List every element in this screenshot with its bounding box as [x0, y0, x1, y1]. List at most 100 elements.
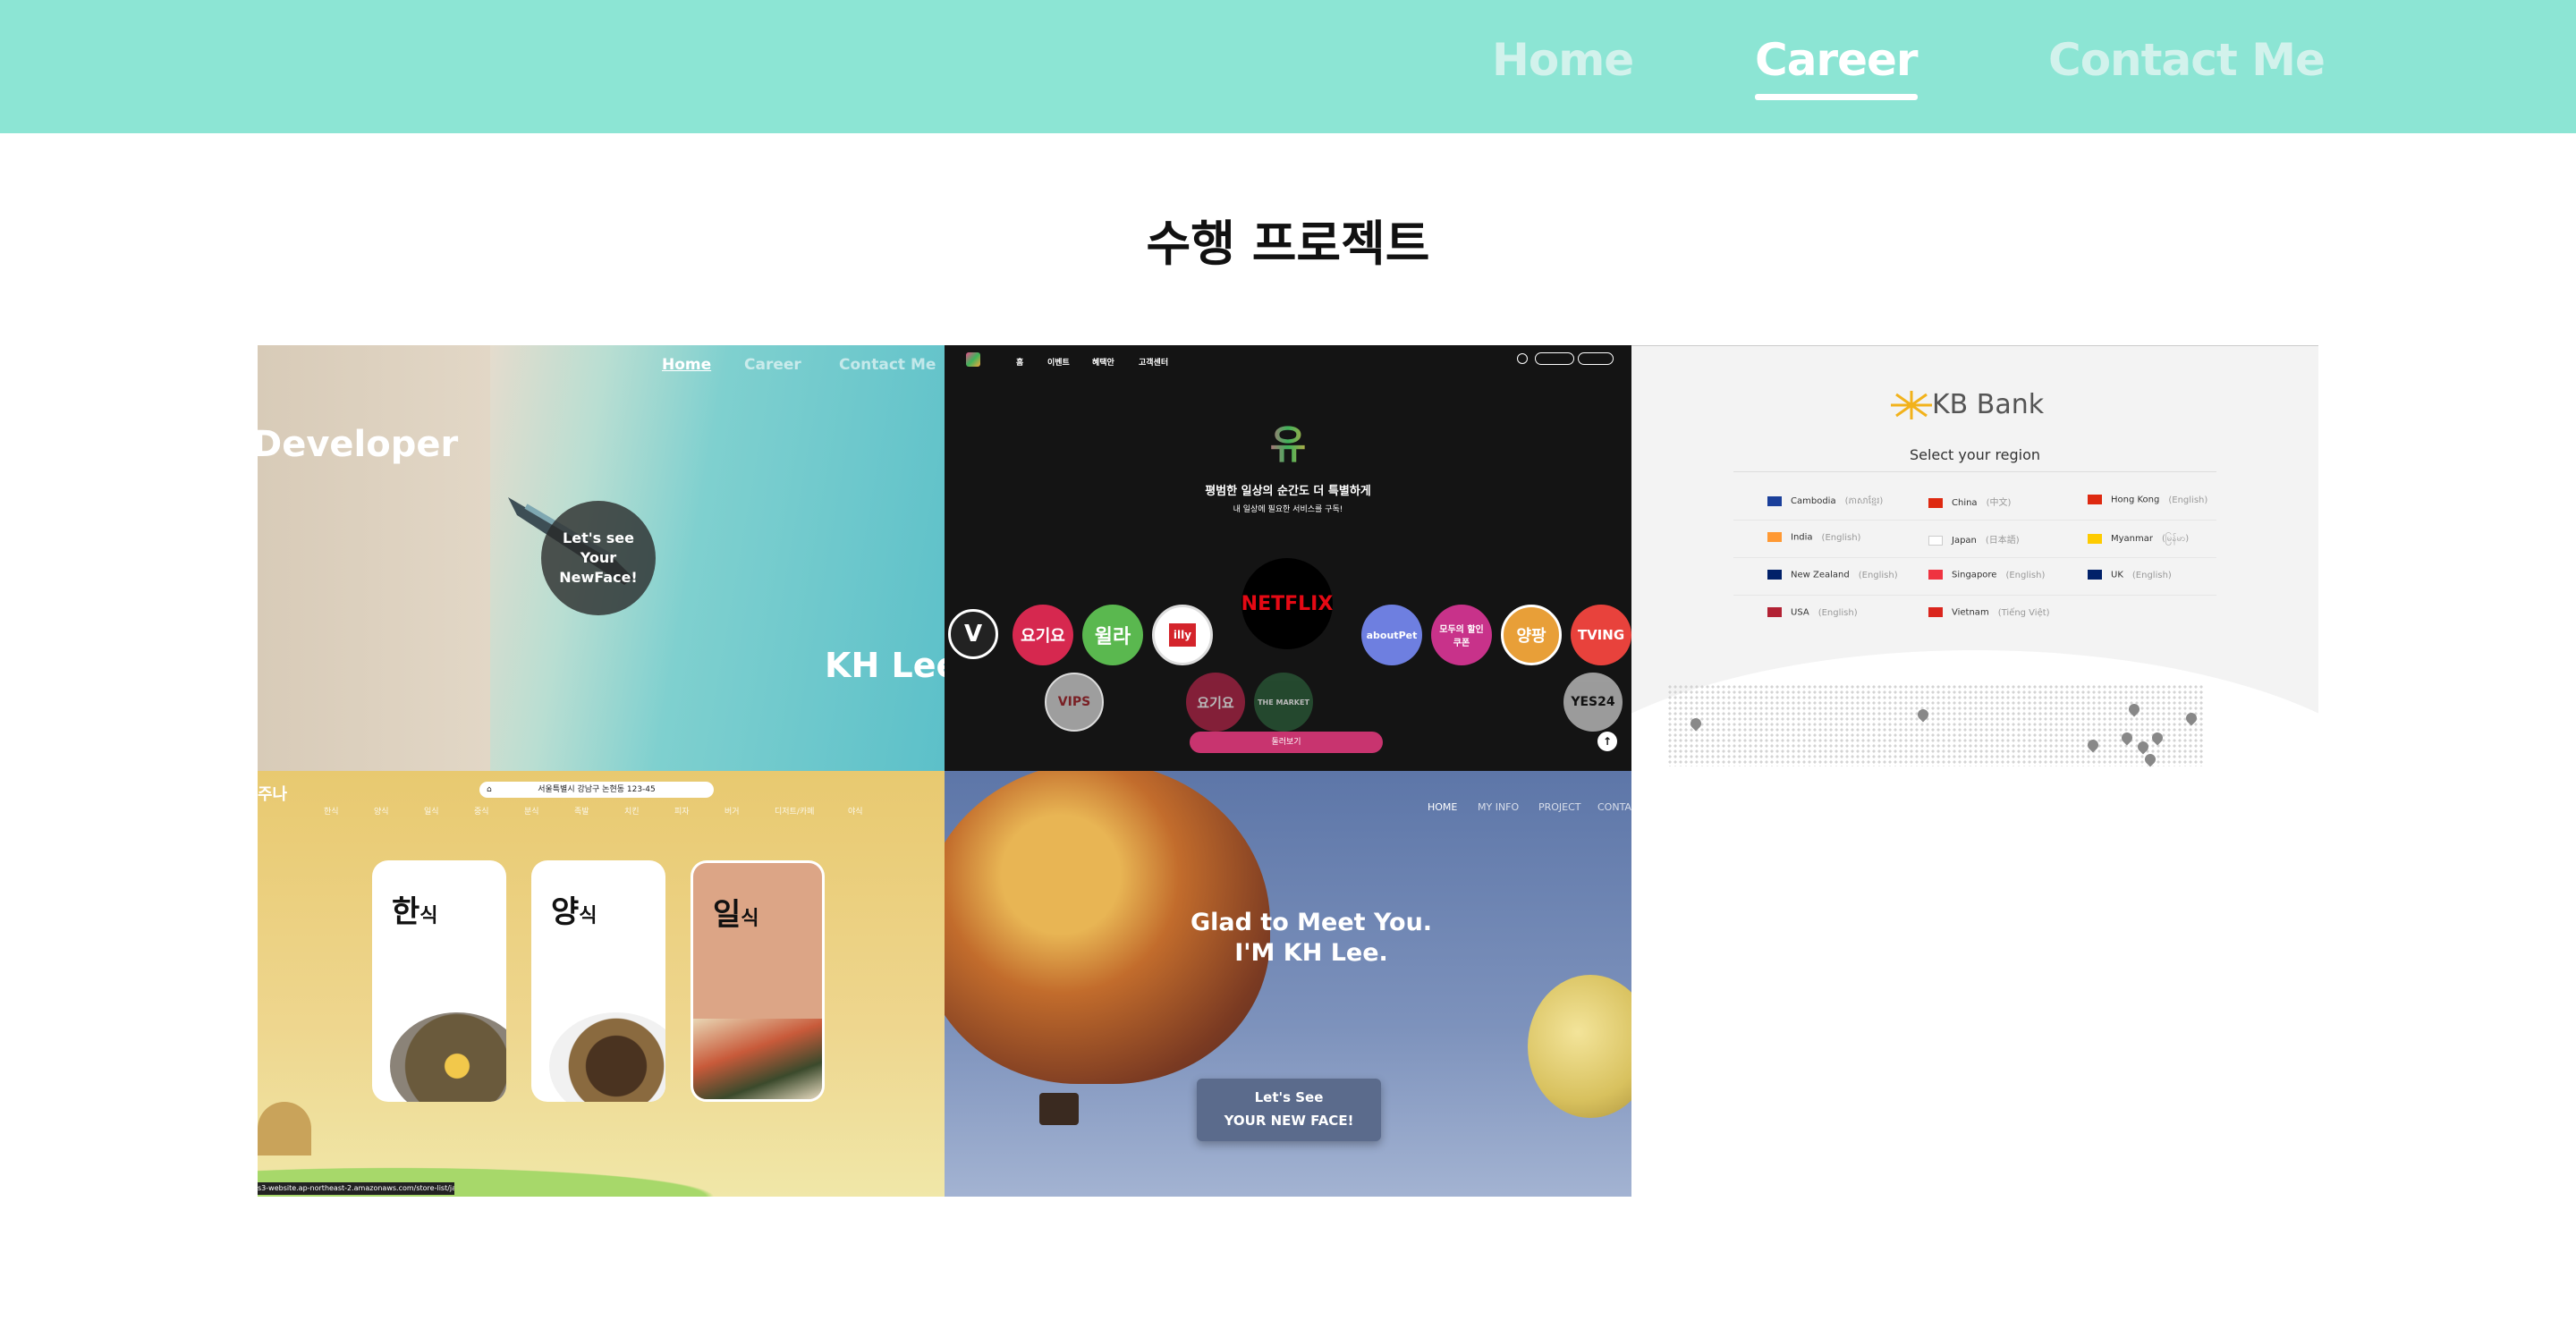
- p5-cta-line2: YOUR NEW FACE!: [1224, 1113, 1354, 1129]
- p5-nav-home[interactable]: HOME: [1428, 801, 1457, 813]
- flag-icon: [1928, 607, 1943, 617]
- brand-yes24-logo[interactable]: YES24: [1563, 673, 1623, 732]
- project-card-kbbank[interactable]: KB Bank Select your region Cambodia (ភាសា…: [1631, 345, 2318, 771]
- region-newzealand[interactable]: New Zealand (English): [1767, 570, 1898, 580]
- region-vietnam[interactable]: Vietnam (Tiếng Việt): [1928, 607, 2050, 618]
- cat-item[interactable]: 치킨: [624, 805, 640, 817]
- region-name: Vietnam: [1952, 607, 1989, 618]
- p2-search-icon[interactable]: [1517, 353, 1528, 364]
- region-lang: (English): [2168, 495, 2208, 505]
- brand-market-logo[interactable]: THE MARKET: [1254, 673, 1313, 732]
- brand-yogiyo-logo[interactable]: 요기요: [1013, 605, 1073, 665]
- p1-nav-contact[interactable]: Contact Me: [839, 356, 936, 374]
- cat-item[interactable]: 양식: [374, 805, 389, 817]
- region-lang: (English): [1818, 607, 1858, 618]
- region-myanmar[interactable]: Myanmar (မြန်မာ): [2088, 532, 2189, 546]
- region-name: Singapore: [1952, 570, 1997, 580]
- region-uk[interactable]: UK (English): [2088, 570, 2172, 580]
- project-card-portfolio-beach[interactable]: Home Career Contact Me Developer Let's s…: [258, 345, 945, 771]
- cat-item[interactable]: 일식: [424, 805, 439, 817]
- cat-item[interactable]: 피자: [674, 805, 690, 817]
- scroll-top-icon[interactable]: ↑: [1597, 732, 1617, 751]
- p4-address-bar[interactable]: ⌂ 서울특별시 강남구 논현동 123-45: [479, 782, 714, 798]
- flag-icon: [2088, 533, 2102, 544]
- region-lang: (English): [2131, 570, 2172, 580]
- panel-korean[interactable]: 한식: [372, 860, 506, 1102]
- p2-menu-event[interactable]: 이벤트: [1047, 356, 1070, 368]
- cat-item[interactable]: 야식: [848, 805, 863, 817]
- p5-headline-1: Glad to Meet You.: [1190, 909, 1433, 936]
- panel-japanese[interactable]: 일식: [691, 860, 825, 1102]
- brand-yogiyo2-logo[interactable]: 요기요: [1186, 673, 1245, 732]
- p2-menu-support[interactable]: 고객센터: [1139, 356, 1168, 368]
- brand-yangpang-logo[interactable]: 양팡: [1501, 605, 1562, 665]
- p2-menu-benefit[interactable]: 혜택안: [1092, 356, 1114, 368]
- p1-headline: Developer: [258, 424, 459, 465]
- brand-netflix-logo[interactable]: NETFLIX: [1241, 558, 1333, 649]
- balloon-small-illustration: [1528, 975, 1631, 1118]
- flag-icon: [1767, 607, 1782, 617]
- panel-title: 일식: [713, 897, 759, 933]
- flag-icon: [1767, 495, 1782, 506]
- p1-nav-career[interactable]: Career: [744, 356, 801, 374]
- project-card-balloon[interactable]: HOME MY INFO PROJECT CONTACT Glad to Mee…: [945, 771, 1631, 1197]
- nav-career-link[interactable]: Career: [1755, 34, 1919, 100]
- cat-item[interactable]: 분식: [524, 805, 539, 817]
- brand-vips-logo[interactable]: VIPS: [1045, 673, 1104, 732]
- p4-address-text: 서울특별시 강남구 논현동 123-45: [538, 785, 656, 794]
- brand-illy-logo[interactable]: illy: [1152, 605, 1213, 665]
- brand-modoo-logo[interactable]: 모두의 할인쿠폰: [1431, 605, 1492, 665]
- region-india[interactable]: India (English): [1767, 532, 1860, 543]
- kb-logo-text: KB Bank: [1932, 389, 2045, 420]
- region-lang: (မြန်မာ): [2162, 534, 2190, 544]
- home-icon: ⌂: [487, 785, 492, 794]
- p5-nav-contact[interactable]: CONTACT: [1597, 801, 1631, 813]
- p1-nav-home[interactable]: Home: [662, 356, 711, 374]
- kb-star-icon: [1891, 391, 1932, 419]
- region-lang: (Tiếng Việt): [1997, 607, 2050, 618]
- divider: [1733, 595, 2216, 596]
- cat-item[interactable]: 한식: [324, 805, 339, 817]
- region-lang: (日本語): [1985, 536, 2020, 546]
- p2-mypage-button[interactable]: [1535, 352, 1574, 365]
- region-singapore[interactable]: Singapore (English): [1928, 570, 2045, 580]
- p2-menu-home[interactable]: 홈: [1016, 356, 1023, 368]
- project-card-subscription[interactable]: 홈 이벤트 혜택안 고객센터 유독 평범한 일상의 순간도 더 특별하게 내 일…: [945, 345, 1631, 771]
- p5-nav-info[interactable]: MY INFO: [1478, 801, 1519, 813]
- p5-cta-button[interactable]: Let's See YOUR NEW FACE!: [1197, 1079, 1381, 1141]
- region-name: India: [1791, 532, 1813, 543]
- region-china[interactable]: China (中文): [1928, 495, 2011, 508]
- region-usa[interactable]: USA (English): [1767, 607, 1858, 618]
- cat-item[interactable]: 족발: [574, 805, 589, 817]
- p2-slogan: 평범한 일상의 순간도 더 특별하게: [1205, 485, 1371, 498]
- region-name: Myanmar: [2111, 534, 2153, 544]
- region-cambodia[interactable]: Cambodia (ភាសាខ្មែរ): [1767, 495, 1883, 508]
- p5-nav-project[interactable]: PROJECT: [1538, 801, 1581, 813]
- flag-icon: [1767, 570, 1782, 580]
- brand-tving-logo[interactable]: TVING: [1571, 605, 1631, 665]
- p2-login-button[interactable]: [1578, 352, 1614, 365]
- cat-item[interactable]: 버거: [724, 805, 740, 817]
- nav-home-link[interactable]: Home: [1492, 34, 1634, 86]
- project-card-food[interactable]: 주나 ⌂ 서울특별시 강남구 논현동 123-45 한식 양식 일식 중식 분식 …: [258, 771, 945, 1197]
- region-name: Japan: [1952, 536, 1977, 546]
- brand-willa-logo[interactable]: 윌라: [1082, 605, 1143, 665]
- p2-browse-button[interactable]: 둘러보기: [1190, 732, 1383, 753]
- cat-item[interactable]: 중식: [474, 805, 489, 817]
- p1-badge-button[interactable]: Let's see Your NewFace!: [541, 501, 656, 615]
- page-title: 수행 프로젝트: [1146, 216, 1430, 272]
- region-name: USA: [1791, 607, 1809, 618]
- region-name: New Zealand: [1791, 570, 1850, 580]
- flag-icon: [2088, 495, 2102, 504]
- divider: [1733, 557, 2216, 558]
- nav-contact-link[interactable]: Contact Me: [2048, 34, 2326, 86]
- cat-item[interactable]: 디저트/카페: [775, 805, 814, 817]
- panel-title: 한식: [392, 894, 438, 930]
- panel-western[interactable]: 양식: [531, 860, 665, 1102]
- flag-icon: [1767, 532, 1782, 542]
- region-japan[interactable]: Japan (日本語): [1928, 532, 2020, 546]
- brand-v-logo[interactable]: V: [948, 609, 998, 659]
- brand-aboutpet-logo[interactable]: aboutPet: [1361, 605, 1422, 665]
- region-hongkong[interactable]: Hong Kong (English): [2088, 495, 2207, 505]
- p5-headline-2: I'M KH Lee.: [1234, 939, 1388, 967]
